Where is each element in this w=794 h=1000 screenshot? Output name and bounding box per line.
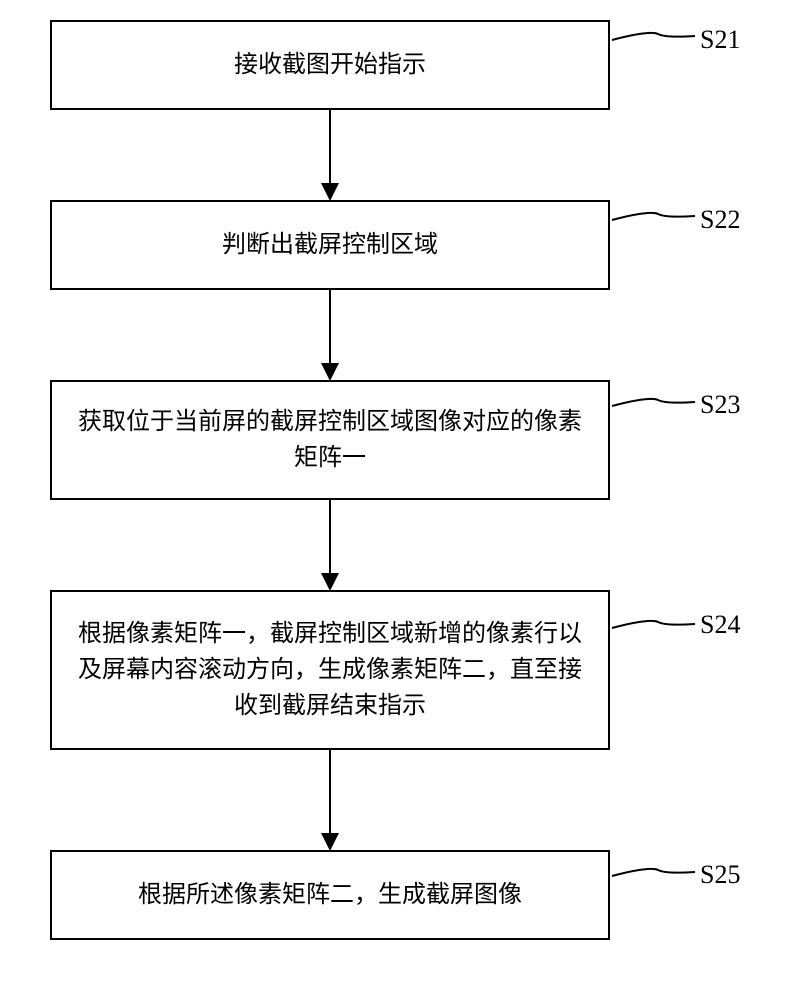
- step-text: 根据所述像素矩阵二，生成截屏图像: [138, 877, 522, 913]
- step-text: 判断出截屏控制区域: [222, 227, 438, 263]
- leader-s22: [612, 213, 695, 220]
- step-id-label: S22: [700, 205, 740, 235]
- step-id-label: S23: [700, 390, 740, 420]
- step-box-s21: 接收截图开始指示: [50, 20, 610, 110]
- step-box-s23: 获取位于当前屏的截屏控制区域图像对应的像素矩阵一: [50, 380, 610, 500]
- flowchart-canvas: 接收截图开始指示 判断出截屏控制区域 获取位于当前屏的截屏控制区域图像对应的像素…: [0, 0, 794, 1000]
- step-box-s24: 根据像素矩阵一，截屏控制区域新增的像素行以及屏幕内容滚动方向，生成像素矩阵二，直…: [50, 590, 610, 750]
- leader-s21: [612, 33, 695, 40]
- step-id-label: S24: [700, 610, 740, 640]
- step-box-s25: 根据所述像素矩阵二，生成截屏图像: [50, 850, 610, 940]
- leader-s24: [612, 621, 695, 628]
- step-id-label: S21: [700, 25, 740, 55]
- leader-s25: [612, 869, 695, 876]
- leader-s23: [612, 399, 695, 406]
- step-text: 获取位于当前屏的截屏控制区域图像对应的像素矩阵一: [72, 404, 588, 476]
- step-text: 根据像素矩阵一，截屏控制区域新增的像素行以及屏幕内容滚动方向，生成像素矩阵二，直…: [72, 616, 588, 724]
- step-text: 接收截图开始指示: [234, 47, 426, 83]
- step-box-s22: 判断出截屏控制区域: [50, 200, 610, 290]
- step-id-label: S25: [700, 860, 740, 890]
